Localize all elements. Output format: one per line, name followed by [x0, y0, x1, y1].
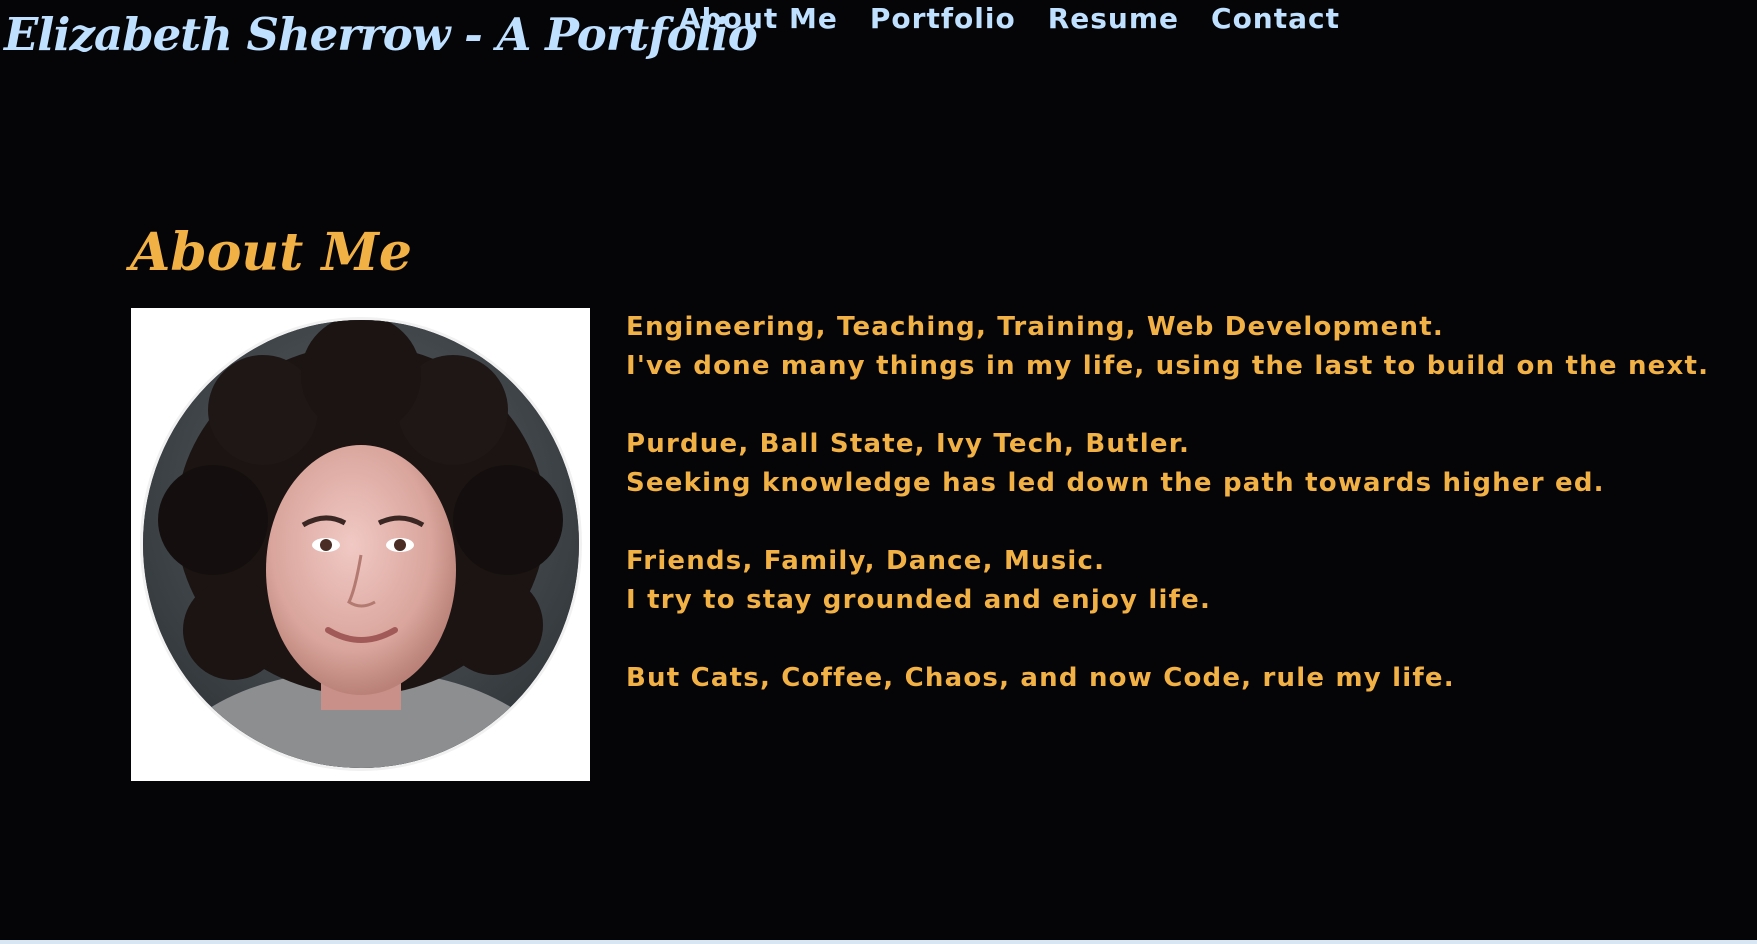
bio-line: Purdue, Ball State, Ivy Tech, Butler.	[626, 429, 1191, 459]
bottom-divider	[0, 940, 1757, 944]
nav-portfolio[interactable]: Portfolio	[870, 2, 1016, 35]
profile-photo-frame	[131, 308, 590, 781]
nav-about-me[interactable]: About Me	[679, 2, 838, 35]
nav-resume[interactable]: Resume	[1048, 2, 1179, 35]
bio-line: I've done many things in my life, using …	[626, 351, 1710, 381]
bio-line: I try to stay grounded and enjoy life.	[626, 585, 1212, 615]
bio-line: Friends, Family, Dance, Music.	[626, 546, 1106, 576]
bio-block: Engineering, Teaching, Training, Web Dev…	[626, 308, 1726, 386]
main-nav: About Me Portfolio Resume Contact	[679, 2, 1340, 35]
site-title[interactable]: Elizabeth Sherrow - A Portfolio	[4, 8, 758, 61]
page: Elizabeth Sherrow - A Portfolio About Me…	[0, 0, 1757, 944]
bio-line: But Cats, Coffee, Chaos, and now Code, r…	[626, 663, 1455, 693]
bio-line: Seeking knowledge has led down the path …	[626, 468, 1605, 498]
profile-photo	[143, 320, 579, 768]
profile-photo-illustration	[143, 320, 579, 768]
nav-contact[interactable]: Contact	[1211, 2, 1340, 35]
bio-block: But Cats, Coffee, Chaos, and now Code, r…	[626, 659, 1726, 698]
bio-block: Purdue, Ball State, Ivy Tech, Butler. Se…	[626, 425, 1726, 503]
bio-line: Engineering, Teaching, Training, Web Dev…	[626, 312, 1444, 342]
about-bio: Engineering, Teaching, Training, Web Dev…	[626, 308, 1726, 737]
bio-block: Friends, Family, Dance, Music. I try to …	[626, 542, 1726, 620]
section-title: About Me	[130, 222, 412, 283]
